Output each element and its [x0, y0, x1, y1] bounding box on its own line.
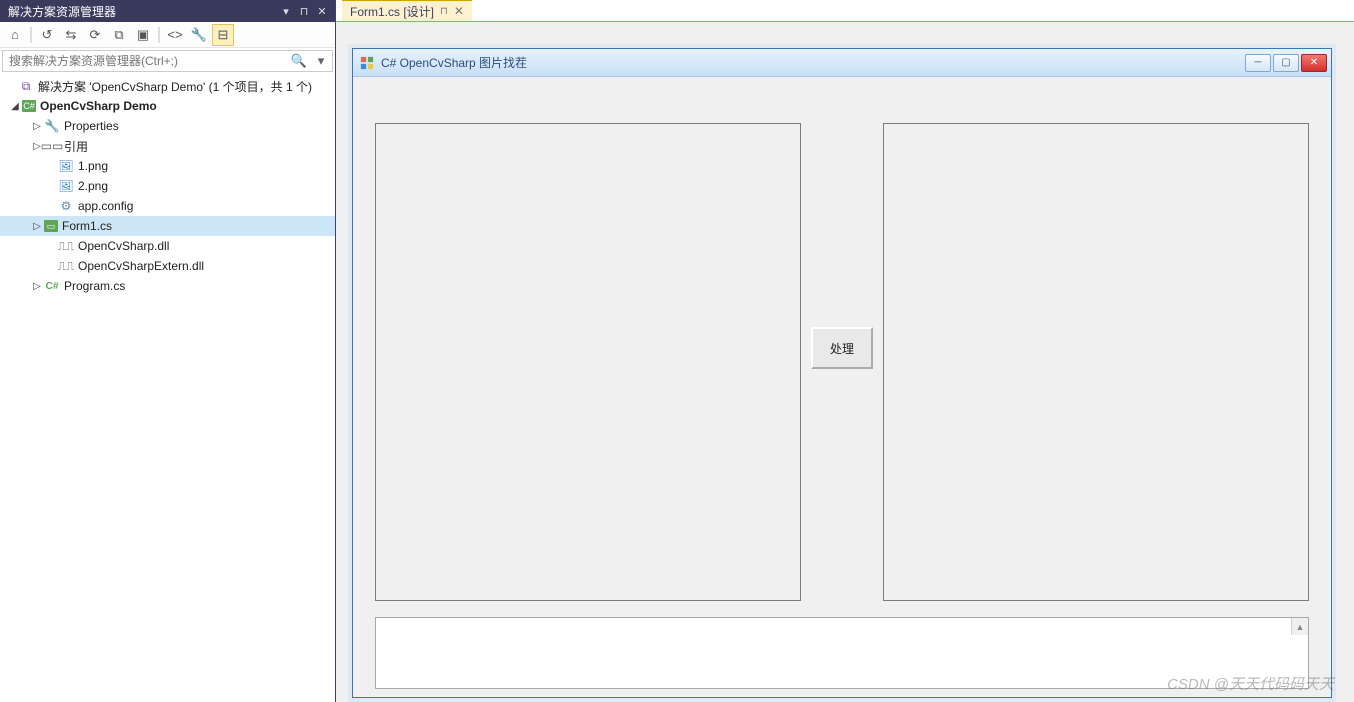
window-title: C# OpenCvSharp 图片找茬 — [381, 54, 1245, 71]
refresh-icon[interactable]: ⟳ — [84, 24, 106, 46]
close-icon[interactable]: ✕ — [454, 4, 464, 18]
tree-item-label: 2.png — [78, 179, 108, 193]
tree-item-label: 引用 — [64, 138, 88, 155]
csharp-icon: C# — [44, 278, 60, 294]
tree-item-references[interactable]: ▷ ▭▭ 引用 — [0, 136, 335, 156]
design-surface[interactable]: C# OpenCvSharp 图片找茬 ─ ▢ ✕ 处理 ▲ CSDN @天天代… — [336, 22, 1354, 702]
config-icon: ⚙ — [58, 198, 74, 214]
properties-icon[interactable]: 🔧 — [188, 24, 210, 46]
search-box: 🔍 ▾ — [2, 50, 333, 72]
dll-icon: ⎍⎍ — [58, 258, 74, 274]
tree-item-file[interactable]: ⚙ app.config — [0, 196, 335, 216]
window-titlebar: C# OpenCvSharp 图片找茬 ─ ▢ ✕ — [353, 49, 1331, 77]
wrench-icon: 🔧 — [44, 118, 60, 134]
close-icon[interactable]: ✕ — [313, 2, 331, 20]
references-icon: ▭▭ — [44, 138, 60, 154]
image-icon: 🖼 — [58, 178, 74, 194]
maximize-button[interactable]: ▢ — [1273, 54, 1299, 72]
picturebox-right[interactable] — [883, 123, 1309, 601]
window-buttons: ─ ▢ ✕ — [1245, 54, 1327, 72]
tree-item-label: app.config — [78, 199, 133, 213]
home-icon[interactable]: ⌂ — [4, 24, 26, 46]
panel-title: 解决方案资源管理器 — [8, 3, 277, 20]
vertical-scrollbar[interactable] — [1346, 22, 1354, 702]
csproj-icon: C# — [22, 100, 36, 112]
expander-icon[interactable]: ▷ — [30, 121, 44, 132]
tree-item-label: OpenCvSharp.dll — [78, 239, 169, 253]
winform-preview[interactable]: C# OpenCvSharp 图片找茬 ─ ▢ ✕ 处理 ▲ — [352, 48, 1332, 698]
project-label: OpenCvSharp Demo — [40, 99, 157, 113]
show-all-icon[interactable]: ▣ — [132, 24, 154, 46]
tree-item-form1[interactable]: ▷ ▭ Form1.cs — [0, 216, 335, 236]
code-icon[interactable]: <> — [164, 24, 186, 46]
tree-item-program[interactable]: ▷ C# Program.cs — [0, 276, 335, 296]
form-body[interactable]: 处理 ▲ — [353, 77, 1331, 697]
expander-icon[interactable]: ◢ — [8, 101, 22, 112]
image-icon: 🖼 — [58, 158, 74, 174]
pin-icon[interactable]: ⊓ — [440, 6, 448, 17]
view-icon[interactable]: ⊟ — [212, 24, 234, 46]
tree-item-file[interactable]: 🖼 1.png — [0, 156, 335, 176]
dropdown-icon[interactable]: ▾ — [277, 2, 295, 20]
editor-area: Form1.cs [设计] ⊓ ✕ C# OpenCvSharp 图片找茬 ─ … — [336, 0, 1354, 702]
solution-explorer-panel: 解决方案资源管理器 ▾ ⊓ ✕ ⌂ ↺ ⇆ ⟳ ⧉ ▣ <> 🔧 ⊟ 🔍 ▾ ⧉… — [0, 0, 336, 702]
dll-icon: ⎍⎍ — [58, 238, 74, 254]
app-icon — [359, 55, 375, 71]
collapse-icon[interactable]: ⧉ — [108, 24, 130, 46]
tab-form1-design[interactable]: Form1.cs [设计] ⊓ ✕ — [342, 0, 472, 21]
tree-item-label: 1.png — [78, 159, 108, 173]
pin-icon[interactable]: ⊓ — [295, 2, 313, 20]
solution-tree: ⧉ 解决方案 'OpenCvSharp Demo' (1 个项目，共 1 个) … — [0, 74, 335, 702]
panel-header: 解决方案资源管理器 ▾ ⊓ ✕ — [0, 0, 335, 22]
minimize-button[interactable]: ─ — [1245, 54, 1271, 72]
explorer-toolbar: ⌂ ↺ ⇆ ⟳ ⧉ ▣ <> 🔧 ⊟ — [0, 22, 335, 48]
search-icon[interactable]: 🔍 — [288, 51, 310, 71]
solution-label: 解决方案 'OpenCvSharp Demo' (1 个项目，共 1 个) — [38, 78, 312, 95]
close-button[interactable]: ✕ — [1301, 54, 1327, 72]
project-node[interactable]: ◢ C# OpenCvSharp Demo — [0, 96, 335, 116]
expander-icon[interactable]: ▷ — [30, 221, 44, 232]
separator — [158, 27, 160, 43]
picturebox-left[interactable] — [375, 123, 801, 601]
tree-item-properties[interactable]: ▷ 🔧 Properties — [0, 116, 335, 136]
watermark-text: CSDN @天天代码码天天 — [1167, 673, 1334, 694]
process-button[interactable]: 处理 — [811, 327, 873, 369]
solution-icon: ⧉ — [18, 78, 34, 94]
back-icon[interactable]: ↺ — [36, 24, 58, 46]
solution-node[interactable]: ⧉ 解决方案 'OpenCvSharp Demo' (1 个项目，共 1 个) — [0, 76, 335, 96]
tab-label: Form1.cs [设计] — [350, 3, 434, 20]
tree-item-label: Properties — [64, 119, 119, 133]
expander-icon[interactable]: ▷ — [30, 281, 44, 292]
tree-item-file[interactable]: 🖼 2.png — [0, 176, 335, 196]
separator — [30, 27, 32, 43]
tree-item-label: Form1.cs — [62, 219, 112, 233]
search-dropdown-icon[interactable]: ▾ — [310, 51, 332, 71]
tree-item-file[interactable]: ⎍⎍ OpenCvSharpExtern.dll — [0, 256, 335, 276]
tree-item-label: Program.cs — [64, 279, 125, 293]
document-tabstrip: Form1.cs [设计] ⊓ ✕ — [336, 0, 1354, 22]
tree-item-file[interactable]: ⎍⎍ OpenCvSharp.dll — [0, 236, 335, 256]
forward-icon[interactable]: ⇆ — [60, 24, 82, 46]
tree-item-label: OpenCvSharpExtern.dll — [78, 259, 204, 273]
search-input[interactable] — [3, 51, 288, 71]
cs-form-icon: ▭ — [44, 220, 58, 232]
scrollbar-up-icon[interactable]: ▲ — [1291, 618, 1308, 635]
